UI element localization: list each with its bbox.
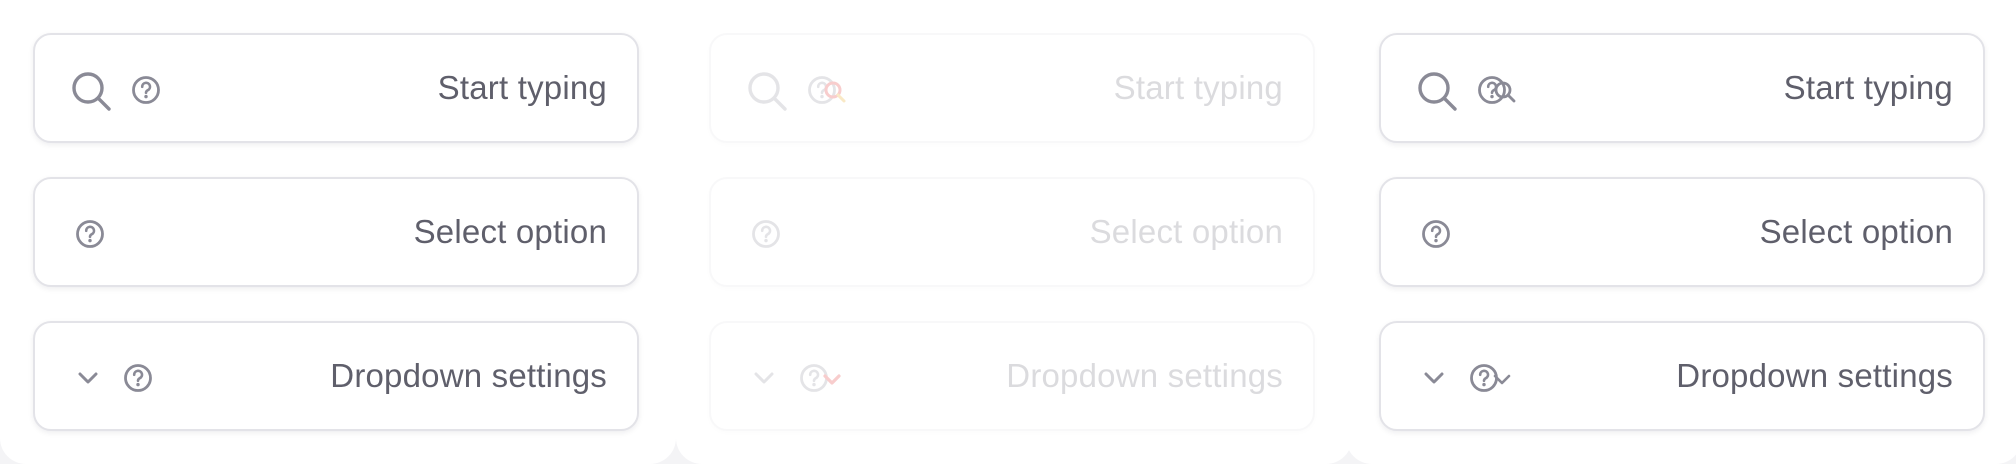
- cursor-chevron-icon: [1493, 373, 1511, 387]
- select-field[interactable]: Select option: [33, 177, 639, 287]
- search-icon[interactable]: [1415, 69, 1459, 113]
- dropdown-value[interactable]: Dropdown settings: [1551, 357, 1953, 395]
- search-icon[interactable]: [69, 69, 113, 113]
- search-input-placeholder: Start typing: [1113, 69, 1283, 106]
- search-field[interactable]: Start typing: [33, 33, 639, 143]
- select-field[interactable]: Select option: [1379, 177, 1985, 287]
- dropdown-field[interactable]: Dropdown settings: [1379, 321, 1985, 431]
- help-icon[interactable]: [131, 75, 161, 105]
- state-panel-disabled: Start typing Select option Dropdown sett…: [676, 0, 1352, 464]
- help-icon[interactable]: [75, 219, 105, 249]
- search-icon: [745, 69, 789, 113]
- cursor-chevron-icon: [823, 373, 841, 387]
- dropdown-value[interactable]: Dropdown settings: [205, 357, 607, 395]
- search-field[interactable]: Start typing: [1379, 33, 1985, 143]
- cursor-search-icon: [823, 80, 847, 104]
- dropdown-value: Dropdown settings: [1006, 357, 1283, 394]
- select-field: Select option: [709, 177, 1315, 287]
- component-states-sheet: Start typing Select option Dropdown sett…: [0, 0, 2016, 464]
- help-icon: [751, 219, 781, 249]
- state-panel-default: Start typing Select option Dropdown sett…: [0, 0, 676, 464]
- chevron-down-icon[interactable]: [77, 367, 99, 389]
- help-icon[interactable]: [1421, 219, 1451, 249]
- state-panel-hover: Start typing Select option Dropdown sett…: [1346, 0, 2016, 464]
- dropdown-field: Dropdown settings: [709, 321, 1315, 431]
- select-value[interactable]: Select option: [1501, 213, 1953, 251]
- search-input-placeholder[interactable]: Start typing: [1561, 69, 1953, 107]
- select-value: Select option: [1089, 213, 1283, 250]
- chevron-down-icon[interactable]: [1423, 367, 1445, 389]
- select-value[interactable]: Select option: [155, 213, 607, 251]
- search-input-placeholder[interactable]: Start typing: [215, 69, 607, 107]
- help-icon[interactable]: [123, 363, 153, 393]
- chevron-down-icon: [753, 367, 775, 389]
- cursor-search-icon: [1493, 80, 1517, 104]
- search-field: Start typing: [709, 33, 1315, 143]
- dropdown-field[interactable]: Dropdown settings: [33, 321, 639, 431]
